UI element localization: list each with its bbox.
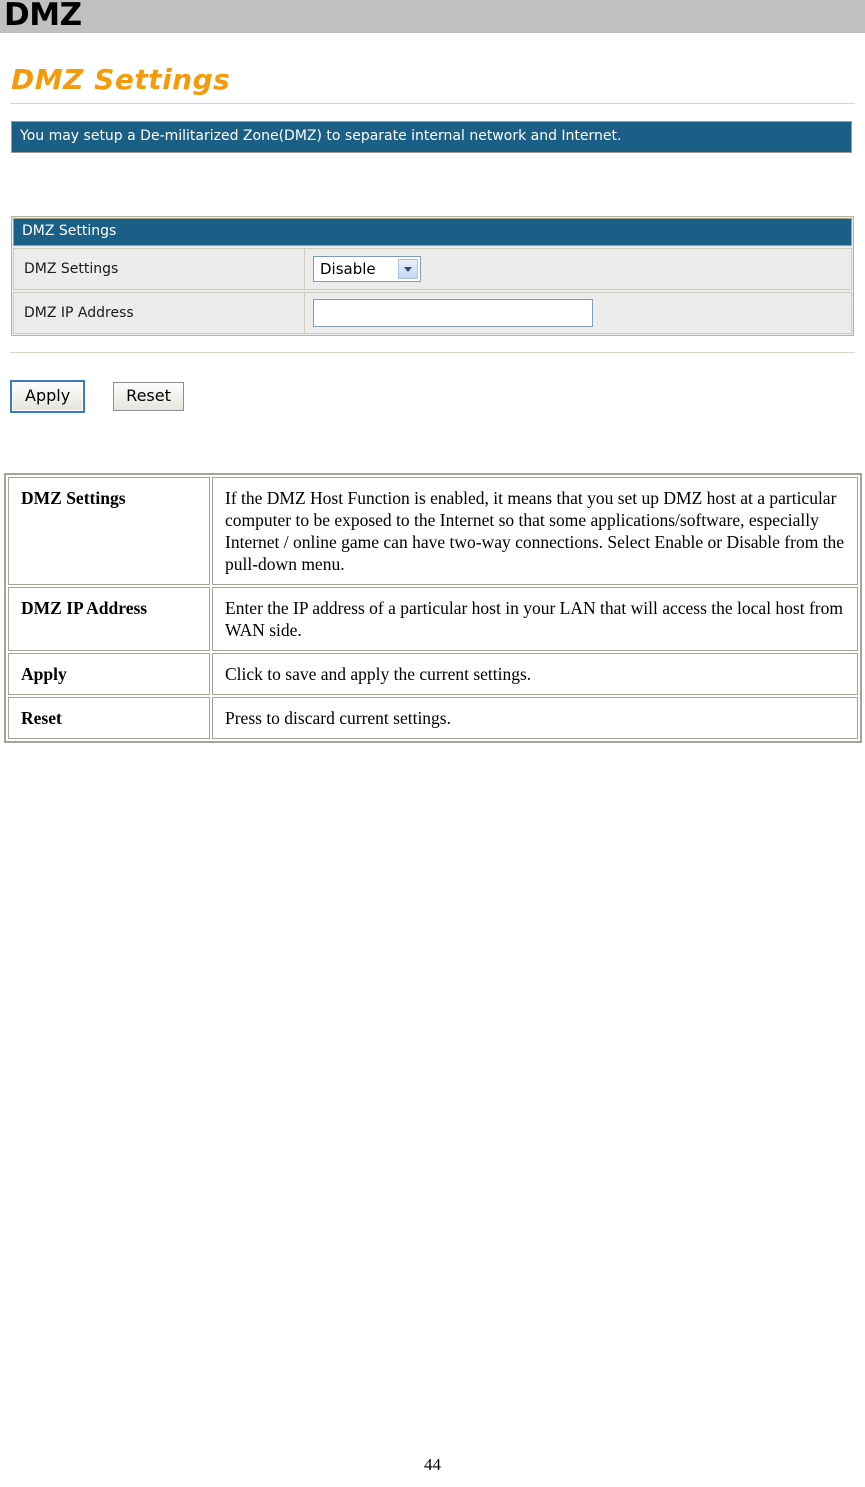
page-number: 44 bbox=[424, 1455, 441, 1474]
divider-top bbox=[10, 103, 855, 104]
description-term: Reset bbox=[8, 697, 210, 739]
chapter-header-bar: DMZ bbox=[0, 0, 865, 33]
info-banner: You may setup a De-militarized Zone(DMZ)… bbox=[11, 121, 852, 153]
description-text: Enter the IP address of a particular hos… bbox=[212, 587, 858, 651]
page-title: DMZ Settings bbox=[11, 63, 231, 96]
apply-button[interactable]: Apply bbox=[9, 380, 86, 413]
button-row: Apply Reset bbox=[9, 380, 184, 413]
table-row: DMZ Settings If the DMZ Host Function is… bbox=[8, 477, 858, 585]
reset-button[interactable]: Reset bbox=[113, 382, 184, 411]
description-text: Click to save and apply the current sett… bbox=[212, 653, 858, 695]
description-term: Apply bbox=[8, 653, 210, 695]
dmz-settings-panel: DMZ Settings DMZ Settings Disable DMZ IP… bbox=[11, 216, 854, 336]
settings-row-dmz-ip-address: DMZ IP Address bbox=[13, 292, 852, 334]
dmz-ip-address-input[interactable] bbox=[313, 299, 593, 327]
dmz-ip-address-label: DMZ IP Address bbox=[13, 292, 305, 334]
description-text: If the DMZ Host Function is enabled, it … bbox=[212, 477, 858, 585]
description-table: DMZ Settings If the DMZ Host Function is… bbox=[4, 473, 862, 743]
dmz-settings-label: DMZ Settings bbox=[13, 248, 305, 290]
dmz-settings-panel-header: DMZ Settings bbox=[13, 218, 852, 246]
settings-row-dmz-settings: DMZ Settings Disable bbox=[13, 248, 852, 290]
dmz-settings-select[interactable]: Disable bbox=[313, 256, 421, 282]
description-text: Press to discard current settings. bbox=[212, 697, 858, 739]
dmz-settings-select-value: Disable bbox=[320, 260, 376, 278]
info-banner-text: You may setup a De-militarized Zone(DMZ)… bbox=[20, 128, 622, 144]
chapter-title: DMZ bbox=[4, 0, 82, 33]
description-term: DMZ Settings bbox=[8, 477, 210, 585]
divider-bottom bbox=[10, 352, 855, 353]
router-ui-screenshot: DMZ Settings You may setup a De-militari… bbox=[0, 40, 865, 440]
dmz-settings-value-cell: Disable bbox=[305, 248, 852, 290]
chevron-down-icon[interactable] bbox=[398, 259, 418, 279]
dmz-ip-address-value-cell bbox=[305, 292, 852, 334]
description-term: DMZ IP Address bbox=[8, 587, 210, 651]
table-row: Apply Click to save and apply the curren… bbox=[8, 653, 858, 695]
table-row: DMZ IP Address Enter the IP address of a… bbox=[8, 587, 858, 651]
dmz-settings-panel-header-label: DMZ Settings bbox=[22, 223, 117, 239]
table-row: Reset Press to discard current settings. bbox=[8, 697, 858, 739]
